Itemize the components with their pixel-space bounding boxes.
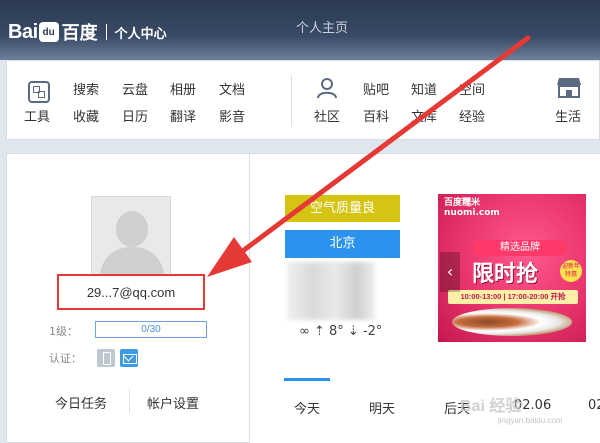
page-title: 个人主页 [296,21,349,36]
account-settings-button[interactable]: 帐户设置 [147,393,199,412]
ad-food-image [452,308,572,336]
toolbar-community[interactable]: 社区 [314,106,340,125]
toolbar-tools[interactable]: 工具 [24,106,50,125]
phone-icon[interactable] [97,349,115,367]
logo-du: 百度 [61,23,98,44]
day-tab-tomorrow[interactable]: 明天 [369,398,395,417]
toolbar-life[interactable]: 生活 [555,106,581,125]
chevron-left-icon[interactable]: ‹ [440,252,460,292]
level-progress-text: 0/30 [141,324,161,335]
profile-panel: 29...7@qq.com 1级： 0/30 认证： 今日任务 帐户设置 [6,153,250,443]
email-highlight-box: 29...7@qq.com [57,274,205,310]
ad-logo-text: 百度糯米 [444,198,481,208]
air-quality-badge[interactable]: 空气质量良 [285,195,400,222]
toolbar-link-translate[interactable]: 翻译 [170,106,196,125]
logo-divider [105,24,107,40]
toolbar-link-calendar[interactable]: 日历 [122,106,148,125]
day-tab-today[interactable]: 今天 [294,398,320,417]
toolbar-link-baike[interactable]: 百科 [363,106,389,125]
avatar-body [100,247,164,275]
top-header: Bai du 百度 个人中心 个人主页 [0,0,600,60]
temperature-text: ⇡ 8° ⇣ -2° [313,324,383,339]
logo-subtitle: 个人中心 [114,26,167,42]
ad-badge: 迎新年 特惠 [560,260,582,282]
level-progress-bar[interactable]: 0/30 [95,321,207,338]
toolbar-link-album[interactable]: 相册 [170,79,196,98]
ad-headline: 限时抢 [472,262,539,287]
person-icon[interactable] [316,77,338,99]
ad-brand-label: 精选品牌 [472,240,568,256]
toolbar-link-media[interactable]: 影音 [219,106,245,125]
temperature-range: ∞ ⇡ 8° ⇣ -2° [299,324,382,339]
toolbar-link-space[interactable]: 空间 [459,79,485,98]
ad-time-slots: 10:00-13:00 | 17:00-20:00 开抢 [448,290,578,304]
toolbar-link-search[interactable]: 搜索 [73,79,99,98]
level-label: 1级： [49,325,78,338]
watermark: Bai 经验 [460,398,522,415]
mail-icon[interactable] [120,349,138,367]
infinity-icon: ∞ [299,324,310,339]
toolbar-link-docs[interactable]: 文档 [219,79,245,98]
avatar[interactable] [91,196,171,276]
app-toolbar: 工具 搜索 云盘 相册 文档 收藏 日历 翻译 影音 社区 贴吧 知道 空间 百… [6,60,600,140]
toolbar-link-favorites[interactable]: 收藏 [73,106,99,125]
button-divider [129,389,130,413]
paw-icon: du [38,22,59,42]
weather-image [287,262,375,320]
user-email: 29...7@qq.com [86,285,176,300]
day-tab-next[interactable]: 02 [588,398,600,413]
toolbar-link-zhidao[interactable]: 知道 [411,79,437,98]
shop-icon[interactable] [556,76,582,98]
certification-label: 认证： [49,352,82,365]
ad-logo-url: nuomi.com [444,208,500,218]
baidu-logo[interactable]: Bai du 百度 个人中心 [8,20,167,45]
grid-icon[interactable] [28,81,50,103]
promo-banner[interactable]: 百度糯米 nuomi.com 精选品牌 限时抢 迎新年 特惠 10:00-13:0… [438,194,586,342]
avatar-head [116,211,148,247]
toolbar-link-tieba[interactable]: 贴吧 [363,79,389,98]
active-day-indicator [284,378,330,381]
ad-logo: 百度糯米 nuomi.com [444,198,500,218]
logo-bai: Bai [8,20,38,43]
daily-tasks-button[interactable]: 今日任务 [55,393,107,412]
toolbar-divider [291,75,292,127]
toolbar-link-wenku[interactable]: 文库 [411,106,437,125]
city-badge[interactable]: 北京 [285,230,400,258]
toolbar-link-pan[interactable]: 云盘 [122,79,148,98]
watermark-url: jingyan.baidu.com [498,416,563,425]
toolbar-link-jingyan[interactable]: 经验 [459,106,485,125]
